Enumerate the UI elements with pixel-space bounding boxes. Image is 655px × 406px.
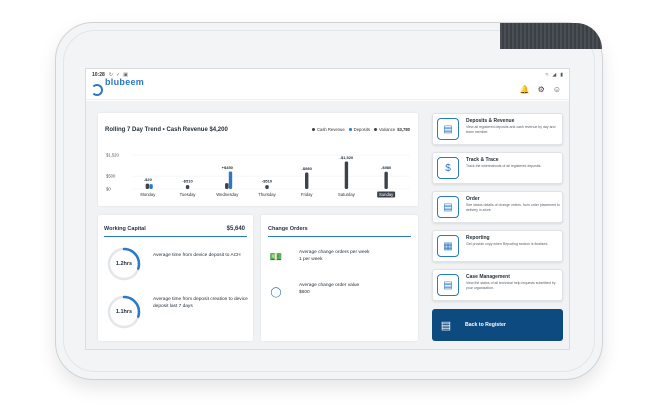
ring-label-deposit: 1.1hrs — [115, 309, 133, 315]
working-capital-card: Working Capital $5,640 1.2hrs Average ti… — [98, 215, 253, 341]
coins-icon: ◯ — [270, 286, 282, 298]
x-tick-label: Sunday — [379, 192, 394, 197]
menu-title: Track & Trace — [466, 157, 499, 163]
x-tick-label: Friday — [301, 192, 314, 197]
x-tick-label: Monday — [140, 192, 156, 197]
order-document-icon: ▤ — [437, 196, 459, 218]
data-label: -$510 — [182, 179, 193, 184]
menu-case-management[interactable]: ▤ Case Management View the status of all… — [432, 269, 563, 301]
bell-icon[interactable]: 🔔 — [520, 85, 530, 94]
data-label: -$980 — [381, 165, 392, 170]
menu-title: Case Management — [466, 274, 510, 280]
app-screen: 10:28 ↻ ✓ ▣ ≈ ◢ ▮ blubeem solutions 🔔 ⚙ … — [85, 68, 570, 350]
change-orders-per-week: Average change orders per week 1 per wee… — [299, 250, 409, 263]
divider — [268, 236, 411, 237]
ach-time-description: Average time from device deposit to ACH — [153, 253, 241, 258]
menu-description: Track the whereabouts of all registered … — [466, 164, 542, 168]
ring-label-ach: 1.2hrs — [115, 261, 133, 267]
dashboard-content: Rolling 7 Day Trend • Cash Revenue $4,20… — [86, 101, 569, 349]
battery-icon: ▮ — [560, 71, 563, 78]
dollar-location-icon: $ — [437, 157, 459, 179]
tablet-speaker-grille — [500, 23, 602, 49]
money-stack-icon: 💵 — [269, 251, 283, 263]
signal-icon: ◢ — [552, 71, 557, 78]
change-orders-per-week-label: Average change orders per week — [299, 250, 370, 255]
x-tick-label: Thursday — [258, 192, 276, 197]
y-tick-label: $1,520 — [106, 153, 119, 158]
change-order-value-amount: $600 — [299, 289, 310, 295]
data-label: -$1,520 — [340, 155, 354, 160]
back-to-register-button[interactable]: ▤ Back to Register — [432, 309, 563, 341]
case-management-icon: ▤ — [437, 274, 459, 296]
bar-cash-revenue — [225, 183, 229, 189]
menu-title: Reporting — [466, 235, 490, 241]
y-tick-label: $0 — [106, 187, 111, 192]
trend-chart: $1,520 $500 $0 -$20 Monday -$510 Tuesday +$450 W… — [106, 153, 410, 198]
bar-cash-revenue — [344, 161, 349, 189]
menu-description: Get provide copy when Reporting section … — [466, 242, 549, 246]
menu-deposits-revenue[interactable]: ▤ Deposits & Revenue View all registered… — [432, 113, 563, 145]
deposit-time-description: Average time from deposit creation to de… — [153, 297, 248, 309]
change-orders-card: Change Orders 💵 Average change orders pe… — [261, 215, 418, 341]
change-orders-per-week-value: 1 per week — [299, 256, 323, 262]
trend-card: Rolling 7 Day Trend • Cash Revenue $4,20… — [98, 113, 418, 206]
app-header: blubeem solutions 🔔 ⚙ ☺ — [86, 76, 569, 104]
x-tick-label: Saturday — [338, 192, 356, 197]
menu-description: View the status of all technical help re… — [466, 281, 556, 290]
menu-title: Order — [466, 196, 480, 202]
change-orders-title: Change Orders — [268, 226, 308, 232]
menu-track-trace[interactable]: $ Track & Trace Track the whereabouts of… — [432, 152, 563, 184]
menu-reporting[interactable]: ▦ Reporting Get provide copy when Report… — [432, 230, 563, 262]
x-tick-label: Wednesday — [216, 192, 239, 197]
user-icon[interactable]: ☺ — [553, 85, 561, 94]
data-label: -$20 — [144, 177, 153, 182]
divider — [104, 236, 247, 237]
data-label: -$980 — [302, 166, 313, 171]
bar-cash-revenue — [145, 183, 150, 189]
reporting-icon: ▦ — [437, 235, 459, 257]
data-label: +$450 — [222, 165, 234, 170]
change-order-value-label: Average change order value — [299, 283, 360, 288]
working-capital-value: $5,640 — [226, 226, 245, 232]
bar-cash-revenue — [265, 185, 269, 189]
working-capital-title: Working Capital — [104, 226, 146, 232]
gear-icon[interactable]: ⚙ — [538, 85, 545, 94]
bar-cash-revenue — [185, 185, 190, 189]
menu-description: See status details of change orders, fro… — [466, 203, 560, 212]
x-tick-label: Tuesday — [180, 192, 197, 197]
status-bar: 10:28 ↻ ✓ ▣ ≈ ◢ ▮ — [86, 69, 569, 80]
y-tick-label: $500 — [106, 174, 116, 179]
bar-deposits — [228, 171, 233, 189]
logo-mark-icon — [91, 83, 103, 96]
back-to-register-label: Back to Register — [465, 322, 506, 328]
deposit-icon: ▤ — [437, 118, 459, 140]
bar-deposits — [149, 184, 153, 189]
data-label: -$510 — [262, 179, 273, 184]
menu-title: Deposits & Revenue — [466, 118, 515, 124]
menu-order[interactable]: ▤ Order See status details of change ord… — [432, 191, 563, 223]
bar-cash-revenue — [384, 171, 388, 189]
wifi-icon: ≈ — [545, 71, 549, 78]
change-order-value: Average change order value $600 — [299, 283, 409, 296]
brand-name: blubeem — [105, 76, 145, 87]
menu-description: View all registered deposits and cash re… — [466, 125, 556, 134]
register-icon: ▤ — [440, 319, 452, 332]
bar-cash-revenue — [305, 172, 309, 189]
